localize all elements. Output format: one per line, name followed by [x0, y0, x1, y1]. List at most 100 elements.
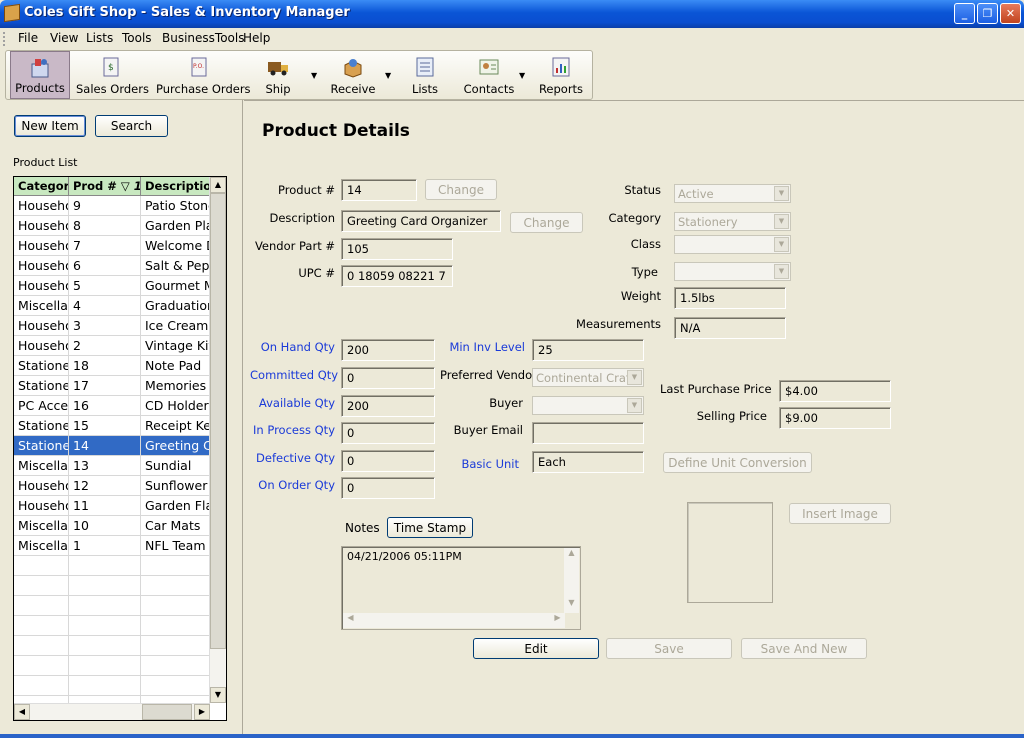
- table-row[interactable]: Househo 7 Welcome D: [14, 236, 210, 256]
- save-and-new-button[interactable]: Save And New: [741, 638, 867, 659]
- table-row[interactable]: Miscella 10 Car Mats: [14, 516, 210, 536]
- table-row[interactable]: Househo 2 Vintage Kit: [14, 336, 210, 356]
- on-order-qty-field[interactable]: 0: [341, 477, 435, 499]
- menu-lists[interactable]: Lists: [86, 31, 113, 45]
- chevron-down-icon[interactable]: ▼: [774, 186, 789, 201]
- grid-vertical-scrollbar[interactable]: ▲ ▼: [209, 177, 226, 703]
- selling-price-field[interactable]: $9.00: [779, 407, 891, 429]
- menu-file[interactable]: File: [18, 31, 38, 45]
- table-row[interactable]: [14, 656, 210, 676]
- product-list-grid[interactable]: Category Prod # ▽ 1 Description Househo9…: [13, 176, 227, 721]
- description-field[interactable]: Greeting Card Organizer: [341, 210, 501, 232]
- new-item-button[interactable]: New Item: [14, 115, 86, 137]
- minimize-button[interactable]: _: [954, 3, 975, 24]
- chevron-down-icon[interactable]: ▼: [627, 398, 642, 413]
- table-row[interactable]: Statione 15 Receipt Ke: [14, 416, 210, 436]
- table-row[interactable]: Househo 3 Ice Cream: [14, 316, 210, 336]
- type-select[interactable]: ▼: [674, 262, 791, 281]
- notes-scroll-left-icon[interactable]: ◀: [343, 613, 358, 628]
- scroll-right-arrow-icon[interactable]: ▶: [194, 704, 210, 720]
- notes-vertical-scrollbar[interactable]: ▲ ▼: [564, 548, 579, 613]
- table-row[interactable]: Statione 18 Note Pad: [14, 356, 210, 376]
- edit-button[interactable]: Edit: [473, 638, 599, 659]
- scroll-thumb[interactable]: [210, 193, 226, 649]
- grid-horizontal-scrollbar[interactable]: ◀ ▶: [14, 703, 210, 720]
- table-row[interactable]: [14, 596, 210, 616]
- time-stamp-button[interactable]: Time Stamp: [387, 517, 473, 538]
- column-header-category[interactable]: Category: [14, 177, 69, 196]
- toolbar-sales-orders-button[interactable]: $ Sales Orders: [76, 51, 149, 99]
- column-header-prod-no[interactable]: Prod # ▽ 1: [69, 177, 141, 196]
- preferred-vendor-select[interactable]: Continental Craft I ▼: [532, 368, 644, 387]
- description-change-button[interactable]: Change: [510, 212, 583, 233]
- notes-scroll-up-icon[interactable]: ▲: [564, 548, 579, 563]
- insert-image-button[interactable]: Insert Image: [789, 503, 891, 524]
- contacts-dropdown-arrow-icon[interactable]: ▼: [519, 71, 525, 80]
- measurements-field[interactable]: N/A: [674, 317, 786, 339]
- chevron-down-icon[interactable]: ▼: [774, 214, 789, 229]
- category-select[interactable]: Stationery ▼: [674, 212, 791, 231]
- min-inv-level-label[interactable]: Min Inv Level: [440, 340, 525, 354]
- toolbar-ship-button[interactable]: Ship: [252, 51, 304, 99]
- table-row[interactable]: Househo 6 Salt & Pep: [14, 256, 210, 276]
- scroll-left-arrow-icon[interactable]: ◀: [14, 704, 30, 720]
- table-row[interactable]: PC Acce 16 CD Holder: [14, 396, 210, 416]
- table-row[interactable]: [14, 636, 210, 656]
- table-row[interactable]: Statione 14 Greeting C: [14, 436, 210, 456]
- table-row[interactable]: Househo 5 Gourmet M: [14, 276, 210, 296]
- column-header-description[interactable]: Description: [141, 177, 210, 196]
- notes-horizontal-scrollbar[interactable]: ◀ ▶: [343, 613, 565, 628]
- toolbar-receive-button[interactable]: Receive: [326, 51, 380, 99]
- scroll-up-arrow-icon[interactable]: ▲: [210, 177, 226, 193]
- weight-field[interactable]: 1.5lbs: [674, 287, 786, 309]
- menu-view[interactable]: View: [50, 31, 78, 45]
- notes-scroll-down-icon[interactable]: ▼: [564, 598, 579, 613]
- ship-dropdown-arrow-icon[interactable]: ▼: [311, 71, 317, 80]
- in-process-qty-label[interactable]: In Process Qty: [250, 423, 335, 437]
- maximize-button[interactable]: ❐: [977, 3, 998, 24]
- status-select[interactable]: Active ▼: [674, 184, 791, 203]
- basic-unit-label[interactable]: Basic Unit: [440, 457, 519, 471]
- available-qty-field[interactable]: 200: [341, 395, 435, 417]
- last-purchase-price-field[interactable]: $4.00: [779, 380, 891, 402]
- toolbar-products-button[interactable]: Products: [10, 51, 70, 99]
- chevron-down-icon[interactable]: ▼: [627, 370, 642, 385]
- scroll-down-arrow-icon[interactable]: ▼: [210, 687, 226, 703]
- on-order-qty-label[interactable]: On Order Qty: [250, 478, 335, 492]
- table-row[interactable]: Miscella 13 Sundial: [14, 456, 210, 476]
- notes-scroll-right-icon[interactable]: ▶: [550, 613, 565, 628]
- table-row[interactable]: Miscella 4 Graduation: [14, 296, 210, 316]
- product-no-field[interactable]: 14: [341, 179, 417, 201]
- defective-qty-field[interactable]: 0: [341, 450, 435, 472]
- vendor-part-field[interactable]: 105: [341, 238, 453, 260]
- search-button[interactable]: Search: [95, 115, 168, 137]
- available-qty-label[interactable]: Available Qty: [250, 396, 335, 410]
- menu-help[interactable]: Help: [243, 31, 270, 45]
- save-button[interactable]: Save: [606, 638, 732, 659]
- table-row[interactable]: Statione17Memories A: [14, 376, 210, 396]
- committed-qty-field[interactable]: 0: [341, 367, 435, 389]
- menu-businesstools[interactable]: BusinessTools: [162, 31, 244, 45]
- table-row[interactable]: [14, 576, 210, 596]
- receive-dropdown-arrow-icon[interactable]: ▼: [385, 71, 391, 80]
- table-row[interactable]: Househo 8 Garden Pla: [14, 216, 210, 236]
- buyer-select[interactable]: ▼: [532, 396, 644, 415]
- buyer-email-field[interactable]: [532, 422, 644, 444]
- horizontal-scroll-thumb[interactable]: [142, 704, 192, 720]
- class-select[interactable]: ▼: [674, 235, 791, 254]
- toolbar-contacts-button[interactable]: Contacts: [461, 51, 517, 99]
- table-row[interactable]: Househo 9 Patio Stone: [14, 196, 210, 216]
- toolbar-reports-button[interactable]: Reports: [536, 51, 586, 99]
- menu-tools[interactable]: Tools: [122, 31, 152, 45]
- table-row[interactable]: Househo12Sunflower F: [14, 476, 210, 496]
- define-unit-conversion-button[interactable]: Define Unit Conversion: [663, 452, 812, 473]
- chevron-down-icon[interactable]: ▼: [774, 237, 789, 252]
- table-row[interactable]: [14, 676, 210, 696]
- product-no-change-button[interactable]: Change: [425, 179, 497, 200]
- basic-unit-field[interactable]: Each: [532, 451, 644, 473]
- close-button[interactable]: ✕: [1000, 3, 1021, 24]
- table-row[interactable]: Miscella 1 NFL Team: [14, 536, 210, 556]
- committed-qty-label[interactable]: Committed Qty: [250, 368, 338, 382]
- table-row[interactable]: [14, 616, 210, 636]
- on-hand-qty-field[interactable]: 200: [341, 339, 435, 361]
